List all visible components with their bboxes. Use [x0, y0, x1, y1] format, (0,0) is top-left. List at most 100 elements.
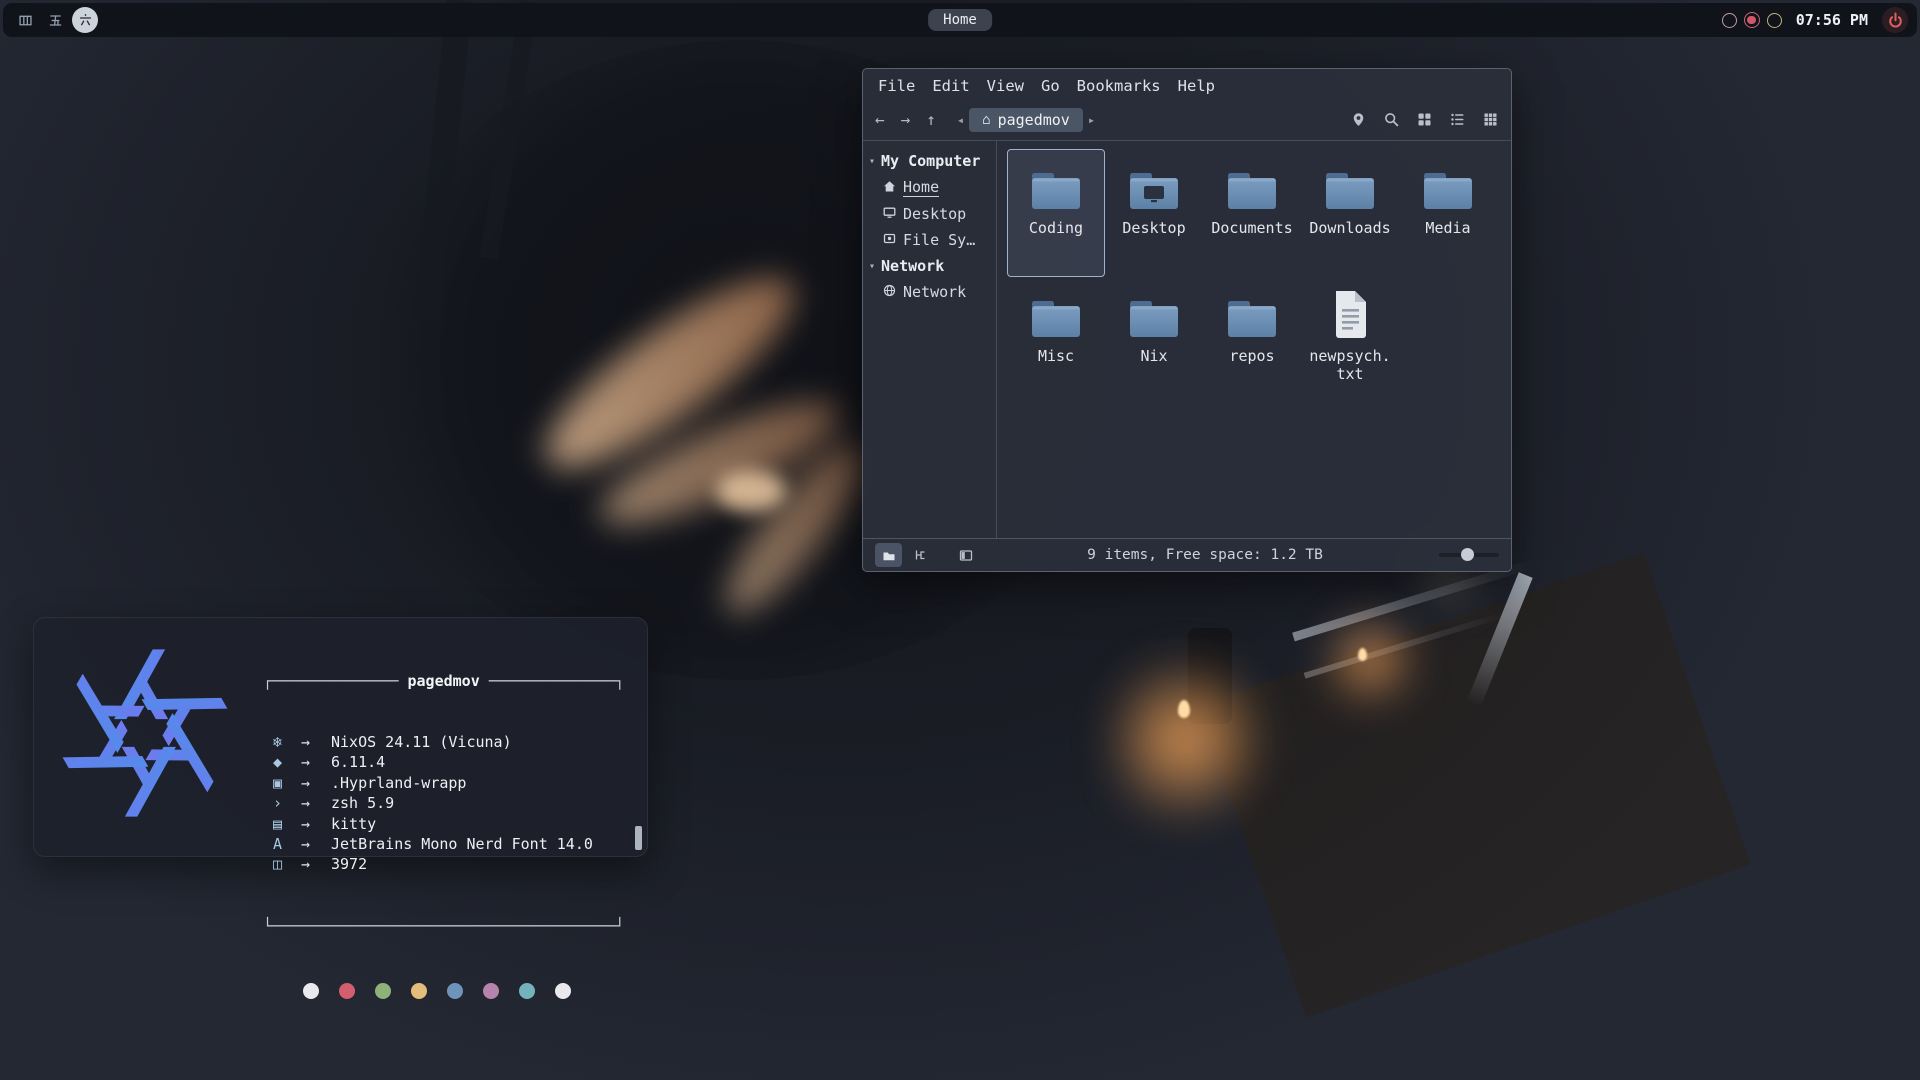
fetch-host-title: pagedmov [408, 672, 480, 690]
wallpaper-flame [1358, 648, 1367, 661]
workspace-liu[interactable] [72, 7, 98, 33]
file-coding[interactable]: Coding [1007, 149, 1105, 277]
monitor-icon [883, 205, 896, 223]
forward-button[interactable]: → [901, 110, 911, 129]
active-window-title: Home [928, 9, 992, 31]
list-view-button[interactable] [1448, 111, 1466, 129]
power-button[interactable] [1882, 7, 1908, 33]
wallpaper-candle-glow [1110, 640, 1260, 840]
nixos-logo [56, 644, 234, 822]
status-summary: 9 items, Free space: 1.2 TB [985, 547, 1425, 563]
menu-go[interactable]: Go [1041, 77, 1060, 98]
wallpaper-flame [1178, 700, 1190, 718]
palette-dot-6 [519, 983, 535, 999]
folder-icon [1421, 161, 1475, 213]
fetch-lines: ❄→NixOS 24.11 (Vicuna)◆→6.11.4▣→.Hyprlan… [263, 732, 645, 875]
fetch-box-border: ┌────────────── [263, 672, 408, 690]
arrow-icon: → [301, 814, 331, 834]
palette-dot-4 [447, 983, 463, 999]
sidebar-item-label: File Sy… [903, 231, 975, 249]
menu-view[interactable]: View [987, 77, 1024, 98]
palette-dot-0 [303, 983, 319, 999]
breadcrumb-right-button[interactable]: ▸ [1083, 113, 1100, 127]
home-icon [883, 179, 896, 197]
sidebar-section-network[interactable]: ▾Network [863, 253, 996, 279]
wallpaper-candle-glow [1320, 610, 1420, 710]
file-desktop[interactable]: Desktop [1105, 149, 1203, 277]
sidebar-section-my-computer[interactable]: ▾My Computer [863, 148, 996, 174]
file-label: repos [1229, 347, 1274, 365]
file-media[interactable]: Media [1399, 149, 1497, 277]
fastfetch-terminal: ┌────────────── pagedmov ──────────────┐… [33, 617, 648, 857]
fetch-output: ┌────────────── pagedmov ──────────────┐… [263, 630, 645, 1040]
tray-indicator-3[interactable] [1767, 13, 1782, 28]
palette-dot-7 [555, 983, 571, 999]
fetch-line-font: A→JetBrains Mono Nerd Font 14.0 [263, 834, 645, 854]
fetch-packages-value: 3972 [331, 854, 367, 874]
folder-icon [1225, 161, 1279, 213]
collapse-arrow-icon: ▾ [869, 261, 875, 272]
sidebar-item-label: Home [903, 178, 939, 197]
fetch-line-wm: ▣→.Hyprland-wrapp [263, 773, 645, 793]
sidebar-item-desktop[interactable]: Desktop [863, 201, 996, 227]
workspace-wu[interactable] [42, 7, 68, 33]
zoom-slider[interactable] [1439, 553, 1499, 557]
menu-bar: File Edit View Go Bookmarks Help [863, 69, 1511, 103]
palette-dot-5 [483, 983, 499, 999]
fetch-line-terminal: ▤→kitty [263, 814, 645, 834]
arrow-icon: → [301, 793, 331, 813]
font-icon: A [273, 834, 301, 854]
wm-icon: ▣ [273, 773, 301, 793]
back-button[interactable]: ← [875, 110, 885, 129]
file-label: Nix [1140, 347, 1167, 365]
wallpaper-face-light [716, 470, 786, 512]
tray-indicator-2[interactable] [1744, 12, 1760, 28]
icons-view-button[interactable] [1415, 111, 1433, 129]
file-downloads[interactable]: Downloads [1301, 149, 1399, 277]
sidebar-item-network[interactable]: Network [863, 279, 996, 305]
breadcrumb-left-button[interactable]: ◂ [952, 113, 969, 127]
zoom-slider-knob[interactable] [1461, 548, 1474, 561]
topbar-right-cluster: 07:56 PM [1722, 7, 1908, 33]
fetch-box-bottom: └──────────────────────────────────────┘ [263, 916, 645, 936]
folder-icon [1029, 161, 1083, 213]
file-repos[interactable]: repos [1203, 277, 1301, 405]
fetch-box-border: ──────────────┐ [480, 672, 625, 690]
palette-dot-1 [339, 983, 355, 999]
toolbar-right-icons [1349, 111, 1499, 129]
path-button[interactable]: ⌂ pagedmov [969, 108, 1083, 132]
side-pane-toggle[interactable] [952, 543, 979, 567]
menu-bookmarks[interactable]: Bookmarks [1077, 77, 1161, 98]
file-newpsych.txt[interactable]: newpsych.​txt [1301, 277, 1399, 405]
fetch-line-os: ❄→NixOS 24.11 (Vicuna) [263, 732, 645, 752]
text-file-icon [1329, 289, 1371, 341]
search-button[interactable] [1382, 111, 1400, 129]
sidebar-item-filesy[interactable]: File Sy… [863, 227, 996, 253]
location-pin-button[interactable] [1349, 111, 1367, 129]
workspace-si[interactable] [12, 7, 38, 33]
globe-icon [883, 283, 896, 301]
tray-indicator-1[interactable] [1722, 13, 1737, 28]
fetch-line-shell: ›→zsh 5.9 [263, 793, 645, 813]
menu-edit[interactable]: Edit [932, 77, 969, 98]
folder-view-toggle[interactable] [875, 543, 902, 567]
path-label: pagedmov [998, 111, 1070, 129]
file-misc[interactable]: Misc [1007, 277, 1105, 405]
status-bar: 9 items, Free space: 1.2 TB [863, 538, 1511, 571]
sidebar-item-label: Network [903, 283, 966, 301]
sidebar-item-home[interactable]: Home [863, 174, 996, 201]
up-button[interactable]: ↑ [926, 110, 936, 129]
file-nix[interactable]: Nix [1105, 277, 1203, 405]
tree-view-toggle[interactable] [906, 543, 933, 567]
collapse-arrow-icon: ▾ [869, 156, 875, 167]
menu-help[interactable]: Help [1178, 77, 1215, 98]
shell-icon: › [273, 793, 301, 813]
places-sidebar: ▾My Computer Home Desktop File Sy… ▾Network N… [863, 141, 997, 538]
compact-view-button[interactable] [1481, 111, 1499, 129]
home-icon: ⌂ [982, 112, 990, 128]
palette-dot-3 [411, 983, 427, 999]
power-icon [1887, 12, 1904, 29]
menu-file[interactable]: File [878, 77, 915, 98]
file-documents[interactable]: Documents [1203, 149, 1301, 277]
fetch-line-packages: ◫→3972 [263, 854, 645, 874]
